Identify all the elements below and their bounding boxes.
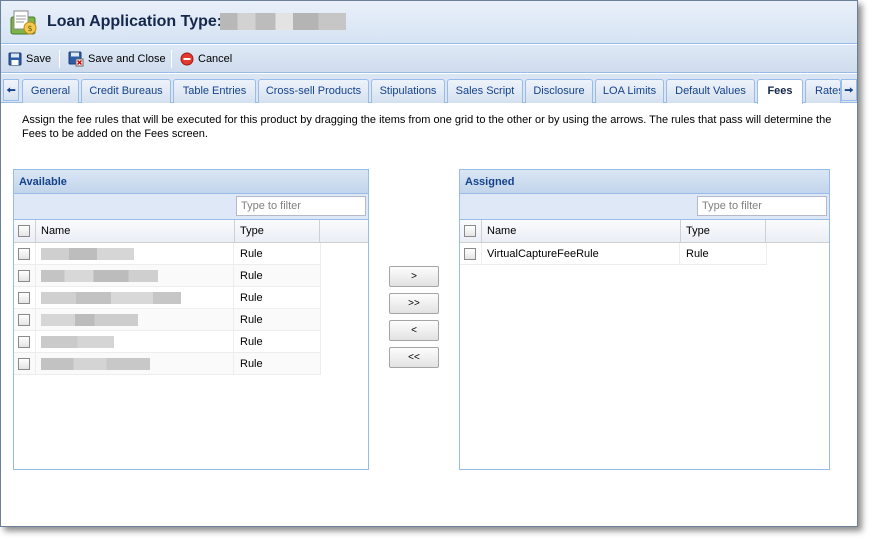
assigned-title: Assigned bbox=[460, 170, 829, 194]
instructions-text: Assign the fee rules that will be execut… bbox=[22, 114, 832, 140]
assigned-select-all-checkbox[interactable] bbox=[464, 225, 476, 238]
arrow-left-icon: 🠨 bbox=[6, 83, 16, 97]
redacted-rule-name bbox=[41, 314, 138, 326]
assigned-grid-header: Name Type bbox=[460, 220, 829, 243]
tab-general[interactable]: General bbox=[22, 79, 79, 103]
table-row[interactable]: Rule bbox=[14, 353, 321, 375]
row-checkbox[interactable] bbox=[18, 248, 30, 261]
tab-default-values[interactable]: Default Values bbox=[666, 79, 755, 103]
tab-loa-limits[interactable]: LOA Limits bbox=[595, 79, 664, 103]
redacted-rule-name bbox=[41, 336, 114, 348]
redacted-rule-name bbox=[41, 270, 158, 282]
available-filter-bar bbox=[14, 194, 368, 220]
rule-type: Rule bbox=[681, 243, 767, 264]
loan-application-icon: $ bbox=[8, 7, 40, 37]
save-icon bbox=[8, 52, 22, 66]
toolbar: Save Save and Close Cancel bbox=[1, 45, 857, 73]
table-row[interactable]: VirtualCaptureFeeRule Rule bbox=[460, 243, 767, 265]
row-checkbox[interactable] bbox=[18, 292, 30, 305]
redacted-rule-name bbox=[41, 248, 134, 260]
row-checkbox[interactable] bbox=[18, 314, 30, 327]
save-label: Save bbox=[26, 53, 52, 65]
move-all-right-button[interactable]: >> bbox=[389, 293, 439, 314]
tab-fees[interactable]: Fees bbox=[757, 79, 803, 104]
tab-scroll-left-button[interactable]: 🠨 bbox=[3, 79, 19, 101]
cancel-icon bbox=[180, 52, 194, 66]
table-row[interactable]: Rule bbox=[14, 287, 321, 309]
table-row[interactable]: Rule bbox=[14, 243, 321, 265]
move-selected-left-button[interactable]: < bbox=[389, 320, 439, 341]
select-all-cell bbox=[14, 220, 36, 242]
redacted-rule-name bbox=[41, 292, 181, 304]
page-title: Loan Application Type: bbox=[47, 13, 223, 30]
row-checkbox[interactable] bbox=[18, 336, 30, 349]
tab-disclosure[interactable]: Disclosure bbox=[525, 79, 593, 103]
arrow-right-icon: 🠪 bbox=[844, 83, 854, 97]
available-filter-input[interactable] bbox=[236, 196, 366, 216]
move-selected-right-button[interactable]: > bbox=[389, 266, 439, 287]
tab-stipulations[interactable]: Stipulations bbox=[371, 79, 445, 103]
available-select-all-checkbox[interactable] bbox=[18, 225, 30, 238]
save-and-close-label: Save and Close bbox=[88, 53, 166, 65]
available-title: Available bbox=[14, 170, 368, 194]
row-checkbox[interactable] bbox=[18, 358, 30, 371]
tab-strip: 🠨 General Credit Bureaus Table Entries C… bbox=[1, 74, 857, 104]
tab-sales-script[interactable]: Sales Script bbox=[447, 79, 523, 103]
table-row[interactable]: Rule bbox=[14, 309, 321, 331]
table-row[interactable]: Rule bbox=[14, 331, 321, 353]
tab-cross-sell-products[interactable]: Cross-sell Products bbox=[258, 79, 369, 103]
save-button[interactable]: Save bbox=[8, 50, 51, 68]
cancel-button[interactable]: Cancel bbox=[180, 50, 232, 68]
row-checkbox[interactable] bbox=[464, 248, 476, 261]
redacted-rule-name bbox=[41, 358, 150, 370]
toolbar-separator bbox=[171, 50, 172, 68]
tab-table-entries[interactable]: Table Entries bbox=[173, 79, 256, 103]
tab-credit-bureaus[interactable]: Credit Bureaus bbox=[81, 79, 171, 103]
tab-scroll-right-button[interactable]: 🠪 bbox=[841, 79, 857, 101]
toolbar-separator bbox=[59, 50, 60, 68]
table-row[interactable]: Rule bbox=[14, 265, 321, 287]
available-type-column-header[interactable]: Type bbox=[235, 220, 320, 242]
tab-rates[interactable]: Rates bbox=[805, 79, 841, 103]
rule-name: VirtualCaptureFeeRule bbox=[482, 243, 680, 264]
rule-type: Rule bbox=[235, 331, 321, 352]
available-name-column-header[interactable]: Name bbox=[36, 220, 235, 242]
window-header: $ Loan Application Type: bbox=[1, 1, 857, 44]
rule-type: Rule bbox=[235, 309, 321, 330]
loan-application-window: $ Loan Application Type: Save Save and C… bbox=[0, 0, 858, 527]
cancel-label: Cancel bbox=[198, 53, 233, 65]
select-all-cell bbox=[460, 220, 482, 242]
available-grid: Available Name Type Rule Rule Rule bbox=[13, 169, 369, 470]
row-checkbox[interactable] bbox=[18, 270, 30, 283]
assigned-filter-bar bbox=[460, 194, 829, 220]
available-grid-header: Name Type bbox=[14, 220, 368, 243]
rule-type: Rule bbox=[235, 353, 321, 374]
rule-type: Rule bbox=[235, 243, 321, 264]
assigned-filter-input[interactable] bbox=[697, 196, 827, 216]
rule-type: Rule bbox=[235, 265, 321, 286]
rule-type: Rule bbox=[235, 287, 321, 308]
save-and-close-button[interactable]: Save and Close bbox=[68, 50, 166, 68]
svg-text:$: $ bbox=[28, 24, 33, 33]
assigned-name-column-header[interactable]: Name bbox=[482, 220, 681, 242]
save-and-close-icon bbox=[68, 51, 84, 67]
assigned-type-column-header[interactable]: Type bbox=[681, 220, 766, 242]
assigned-grid: Assigned Name Type VirtualCaptureFeeRule… bbox=[459, 169, 830, 470]
move-all-left-button[interactable]: << bbox=[389, 347, 439, 368]
redacted-application-type bbox=[220, 13, 346, 30]
